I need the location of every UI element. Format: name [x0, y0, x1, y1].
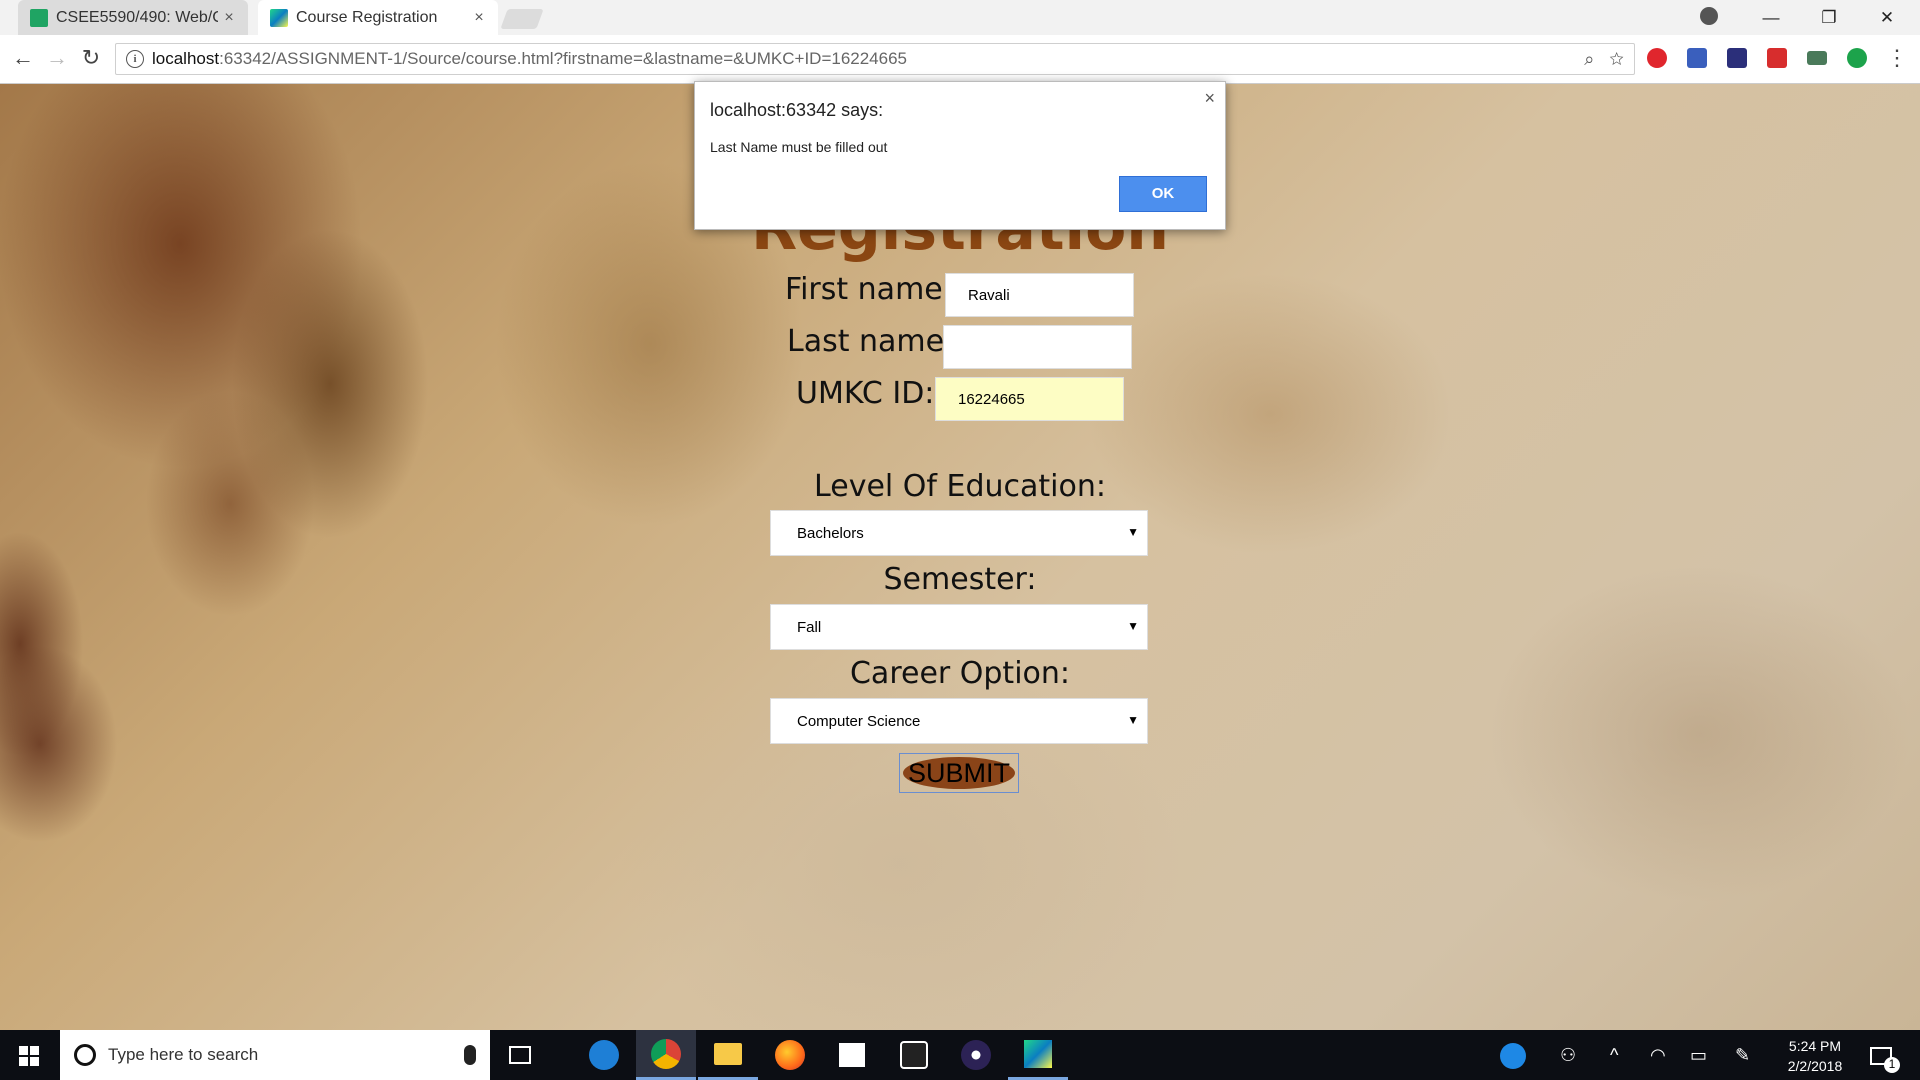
last-name-label: Last name: — [787, 324, 955, 359]
last-name-field[interactable] — [943, 325, 1132, 369]
chevron-down-icon: ▼ — [1127, 619, 1139, 633]
help-icon[interactable] — [1500, 1030, 1526, 1080]
profile-icon[interactable] — [1700, 7, 1718, 25]
amazon-icon[interactable] — [884, 1030, 944, 1080]
close-window-button[interactable]: ✕ — [1858, 0, 1916, 35]
reload-button[interactable]: ↻ — [76, 43, 106, 73]
tab-strip: CSEE5590/490: Web/Clo × Course Registrat… — [0, 0, 1920, 35]
career-value: Computer Science — [797, 712, 921, 730]
webstorm-icon[interactable] — [1008, 1030, 1068, 1080]
education-select[interactable]: Bachelors ▼ — [770, 510, 1148, 556]
menu-icon[interactable]: ⋮ — [1882, 43, 1912, 73]
first-name-label: First name: — [785, 272, 953, 307]
ok-button[interactable]: OK — [1119, 176, 1207, 212]
taskbar-search[interactable]: Type here to search — [60, 1030, 490, 1080]
notifications-icon[interactable]: 1 — [1870, 1030, 1900, 1080]
back-button[interactable]: ← — [8, 43, 38, 73]
tab-course-registration[interactable]: Course Registration × — [258, 0, 498, 35]
card-icon[interactable] — [1807, 51, 1827, 65]
notification-badge: 1 — [1884, 1057, 1900, 1073]
eclipse-icon[interactable] — [946, 1030, 1006, 1080]
start-button[interactable] — [0, 1030, 60, 1080]
umkc-id-label: UMKC ID: — [796, 376, 935, 411]
microphone-icon[interactable] — [464, 1045, 476, 1065]
submit-label: SUBMIT — [907, 758, 1010, 788]
info-icon[interactable]: i — [126, 50, 144, 68]
close-icon[interactable]: × — [468, 9, 490, 27]
opera-icon[interactable] — [1647, 48, 1667, 68]
chrome-icon[interactable] — [636, 1030, 696, 1080]
bookmark-star-icon[interactable]: ☆ — [1609, 49, 1624, 69]
cors-icon[interactable] — [1767, 48, 1787, 68]
store-icon[interactable] — [822, 1030, 882, 1080]
chevron-down-icon: ▼ — [1127, 525, 1139, 539]
clock[interactable]: 5:24 PM 2/2/2018 — [1770, 1036, 1860, 1076]
file-explorer-icon[interactable] — [698, 1030, 758, 1080]
webstorm-icon — [270, 8, 288, 27]
url-path: :63342/ASSIGNMENT-1/Source/course.html?f… — [219, 49, 908, 68]
wifi-icon[interactable]: ◠ — [1650, 1030, 1666, 1080]
umkc-id-field[interactable] — [935, 377, 1124, 421]
cortana-icon — [74, 1044, 96, 1066]
tab-label: Course Registration — [296, 8, 438, 26]
windows-logo-icon — [19, 1057, 28, 1066]
close-icon[interactable]: × — [1204, 88, 1215, 109]
battery-icon[interactable]: ▭ — [1690, 1030, 1707, 1080]
zoom-icon[interactable]: ⌕ — [1584, 49, 1594, 69]
clock-time: 5:24 PM — [1788, 1038, 1842, 1054]
sheets-icon — [30, 8, 48, 27]
tab-csee5590[interactable]: CSEE5590/490: Web/Clo × — [18, 0, 248, 35]
forward-button[interactable]: → — [42, 43, 72, 73]
omnibox-actions: ⌕ ☆ — [1584, 49, 1624, 70]
shield-icon[interactable] — [1727, 48, 1747, 68]
url-host: localhost — [152, 49, 220, 68]
education-value: Bachelors — [797, 524, 864, 542]
career-select[interactable]: Computer Science ▼ — [770, 698, 1148, 744]
semester-select[interactable]: Fall ▼ — [770, 604, 1148, 650]
pen-icon[interactable]: ✎ — [1735, 1030, 1750, 1080]
new-tab-button[interactable] — [500, 9, 544, 29]
restore-button[interactable]: ❐ — [1800, 0, 1858, 35]
search-placeholder: Type here to search — [108, 1045, 259, 1064]
edge-icon[interactable] — [574, 1030, 634, 1080]
minimize-button[interactable]: — — [1742, 0, 1800, 35]
windows-logo-icon — [30, 1046, 39, 1055]
task-view-icon[interactable] — [490, 1030, 550, 1080]
career-label: Career Option: — [849, 656, 1071, 691]
submit-button[interactable]: SUBMIT — [899, 753, 1019, 793]
windows-logo-icon — [30, 1057, 39, 1066]
audio-icon[interactable] — [1847, 48, 1867, 68]
address-bar[interactable]: i localhost:63342/ASSIGNMENT-1/Source/co… — [115, 43, 1635, 75]
firefox-icon[interactable] — [760, 1030, 820, 1080]
tab-label: CSEE5590/490: Web/Clo — [56, 8, 218, 26]
close-icon[interactable]: × — [218, 9, 240, 27]
chevron-down-icon: ▼ — [1127, 713, 1139, 727]
semester-value: Fall — [797, 618, 822, 636]
z-icon[interactable] — [1687, 48, 1707, 68]
dialog-title: localhost:63342 says: — [710, 100, 884, 120]
clock-date: 2/2/2018 — [1787, 1058, 1843, 1074]
taskbar: Type here to search ⚇ ^ ◠ ▭ ✎ 5:24 PM 2/… — [0, 1030, 1920, 1080]
semester-label: Semester: — [883, 562, 1037, 597]
education-label: Level Of Education: — [814, 469, 1106, 504]
browser-toolbar: ← → ↻ i localhost:63342/ASSIGNMENT-1/Sou… — [0, 35, 1920, 84]
url-text: localhost:63342/ASSIGNMENT-1/Source/cour… — [152, 49, 907, 69]
first-name-field[interactable] — [945, 273, 1134, 317]
chevron-up-icon[interactable]: ^ — [1610, 1030, 1618, 1080]
people-icon[interactable]: ⚇ — [1560, 1030, 1576, 1080]
windows-logo-icon — [19, 1046, 28, 1055]
alert-dialog: localhost:63342 says: × Last Name must b… — [694, 81, 1226, 230]
dialog-message: Last Name must be filled out — [710, 139, 888, 155]
